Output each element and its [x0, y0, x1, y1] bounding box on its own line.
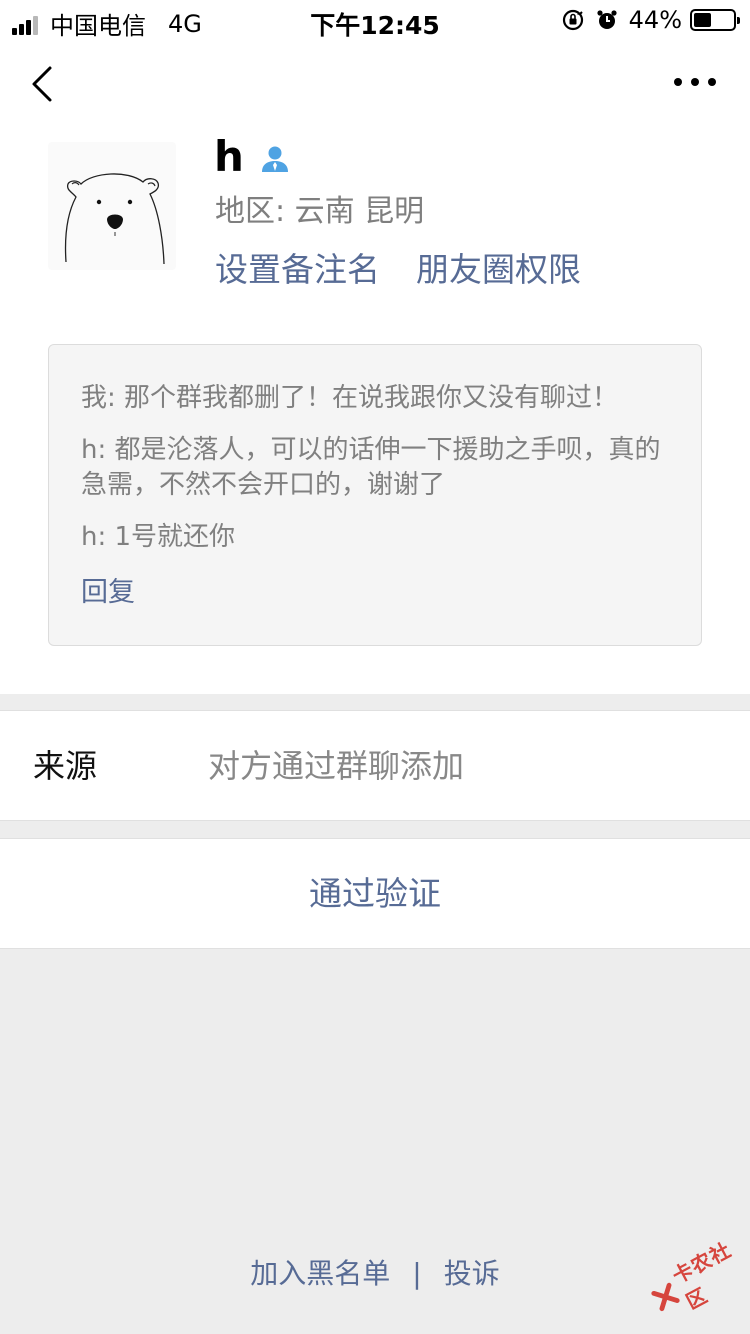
watermark: 卡农社区	[642, 1227, 750, 1326]
accept-verification-label: 通过验证	[309, 874, 441, 913]
more-dot	[708, 78, 716, 86]
more-button[interactable]	[674, 72, 716, 92]
add-to-blacklist-link[interactable]: 加入黑名单	[250, 1257, 390, 1290]
footer-links: 加入黑名单 | 投诉	[0, 1255, 750, 1293]
name-row: h	[214, 132, 290, 182]
battery-fill	[694, 13, 711, 27]
reply-link[interactable]: 回复	[81, 575, 669, 611]
polar-bear-avatar-image	[48, 142, 176, 270]
status-right: 44%	[561, 6, 740, 34]
profile-section: h 地区: 云南 昆明 设置备注名 朋友圈权限 我: 那个群我都删了！在说我跟你…	[0, 128, 750, 694]
region-text: 地区: 云南 昆明	[215, 194, 425, 229]
alarm-icon	[597, 10, 617, 29]
navigation-bar	[0, 40, 750, 128]
back-button[interactable]	[28, 64, 58, 108]
set-remark-link[interactable]: 设置备注名	[215, 248, 380, 292]
profile-name: h	[214, 132, 244, 181]
status-bar: 中国电信 4G 下午12:45 44%	[0, 0, 750, 40]
source-value: 对方通过群聊添加	[208, 747, 465, 785]
more-dot	[691, 78, 699, 86]
report-link[interactable]: 投诉	[444, 1257, 500, 1290]
more-dot	[674, 78, 682, 86]
chevron-left-icon	[32, 66, 52, 102]
message-item: 我: 那个群我都删了！在说我跟你又没有聊过！	[81, 383, 619, 413]
profile-links: 设置备注名 朋友圈权限	[215, 248, 581, 292]
message-item: h: 都是沦落人，可以的话伸一下援助之手呗，真的急需，不然不会开口的，谢谢了	[81, 435, 661, 500]
footer-separator: |	[412, 1257, 422, 1290]
user-male-icon	[261, 146, 288, 172]
source-row: 来源 对方通过群聊添加	[0, 710, 750, 821]
message-item: h: 1号就还你	[81, 522, 236, 552]
battery-icon	[690, 9, 740, 31]
source-label: 来源	[33, 747, 98, 785]
avatar[interactable]	[48, 142, 176, 270]
accept-verification-button[interactable]: 通过验证	[0, 838, 750, 949]
verification-messages-box: 我: 那个群我都删了！在说我跟你又没有聊过！ h: 都是沦落人，可以的话伸一下援…	[48, 344, 702, 646]
orientation-lock-icon	[562, 9, 583, 31]
moments-permission-link[interactable]: 朋友圈权限	[416, 248, 581, 292]
battery-percentage: 44%	[628, 6, 682, 34]
